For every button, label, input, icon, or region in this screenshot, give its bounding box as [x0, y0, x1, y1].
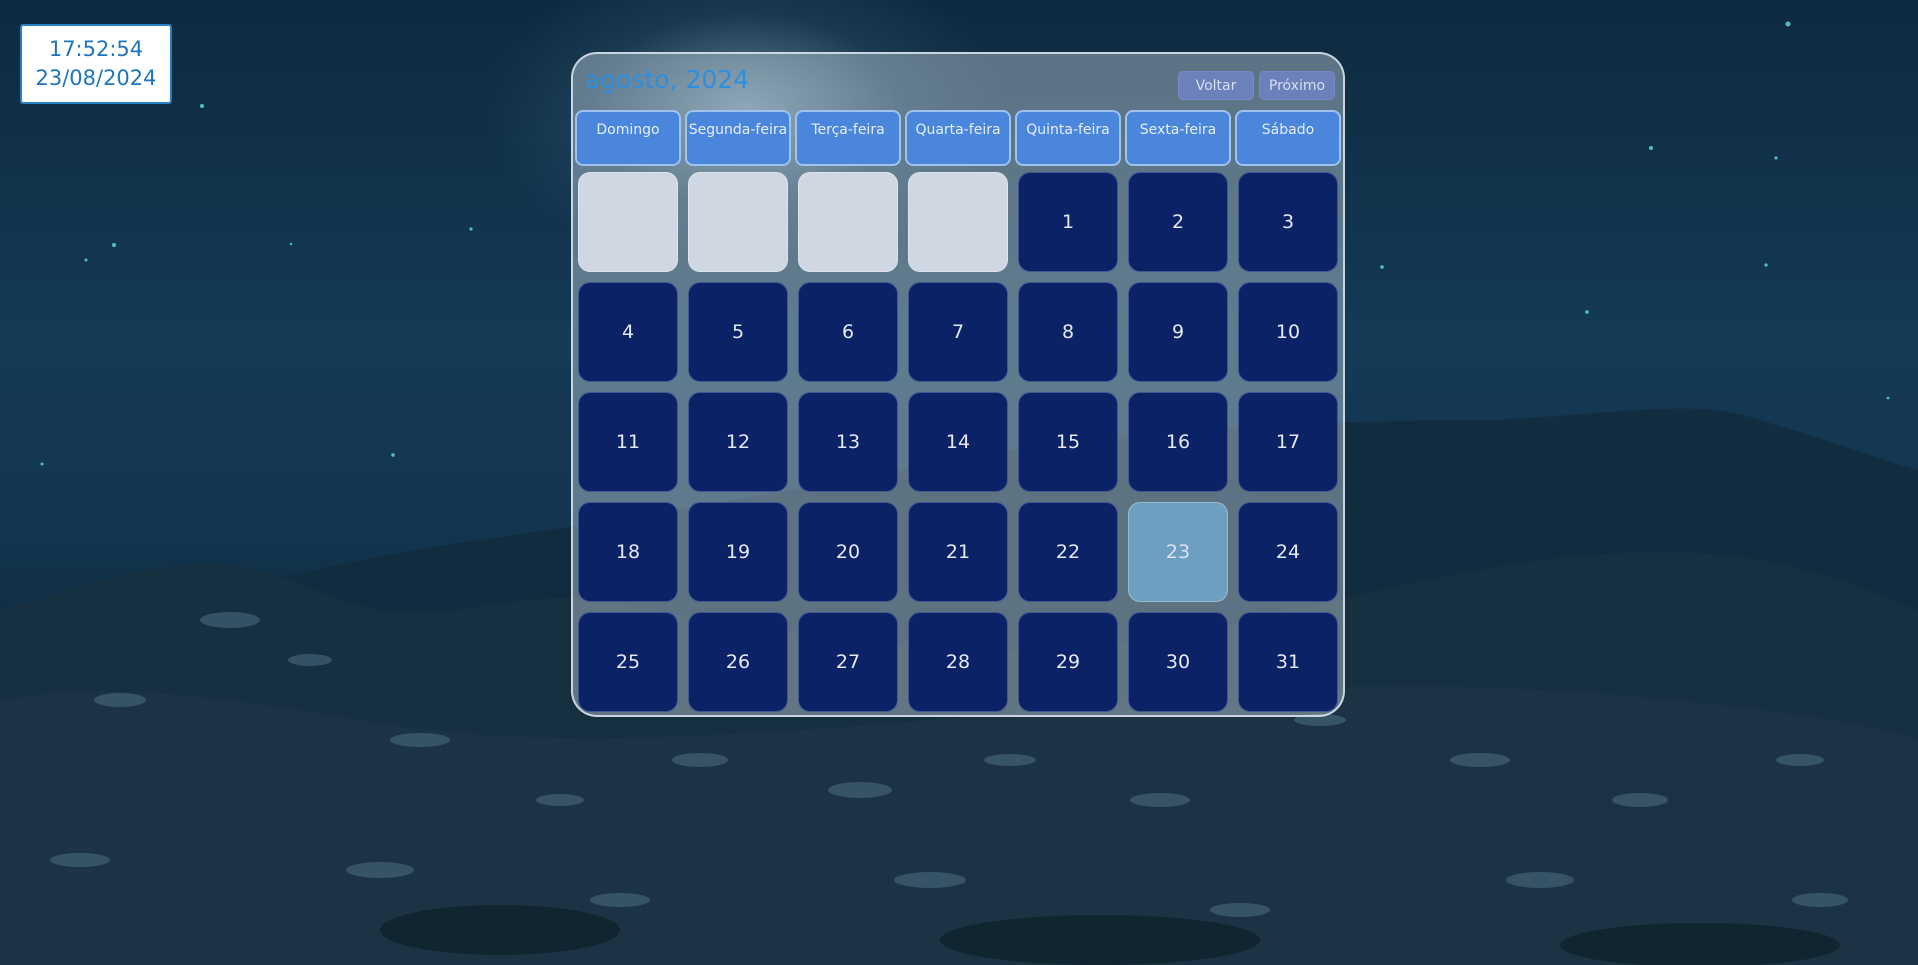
day-cell[interactable]: 21	[908, 502, 1008, 602]
weekday-header: Segunda-feira	[685, 110, 791, 166]
weekday-header: Sábado	[1235, 110, 1341, 166]
day-cell[interactable]: 5	[688, 282, 788, 382]
day-cell[interactable]: 11	[578, 392, 678, 492]
day-cell[interactable]: 7	[908, 282, 1008, 382]
day-cell[interactable]: 18	[578, 502, 678, 602]
day-cell[interactable]: 20	[798, 502, 898, 602]
day-cell[interactable]: 25	[578, 612, 678, 712]
empty-day-cell	[578, 172, 678, 272]
day-cell[interactable]: 22	[1018, 502, 1118, 602]
day-cell[interactable]: 2	[1128, 172, 1228, 272]
day-cell[interactable]: 10	[1238, 282, 1338, 382]
weekday-header: Terça-feira	[795, 110, 901, 166]
day-cell[interactable]: 17	[1238, 392, 1338, 492]
day-cell[interactable]: 30	[1128, 612, 1228, 712]
weekday-header: Quinta-feira	[1015, 110, 1121, 166]
empty-day-cell	[688, 172, 788, 272]
day-cell[interactable]: 8	[1018, 282, 1118, 382]
today-day-cell[interactable]: 23	[1128, 502, 1228, 602]
day-cell[interactable]: 12	[688, 392, 788, 492]
weekday-header: Quarta-feira	[905, 110, 1011, 166]
day-cell[interactable]: 3	[1238, 172, 1338, 272]
day-cell[interactable]: 29	[1018, 612, 1118, 712]
day-cell[interactable]: 9	[1128, 282, 1228, 382]
empty-day-cell	[798, 172, 898, 272]
day-cell[interactable]: 24	[1238, 502, 1338, 602]
calendar-header: agosto, 2024 Voltar Próximo	[573, 54, 1343, 106]
clock-time: 17:52:54	[48, 37, 144, 61]
calendar-panel: agosto, 2024 Voltar Próximo Domingo Segun…	[571, 52, 1345, 717]
day-cell[interactable]: 19	[688, 502, 788, 602]
weekday-header: Domingo	[575, 110, 681, 166]
day-cell[interactable]: 31	[1238, 612, 1338, 712]
day-cell[interactable]: 15	[1018, 392, 1118, 492]
day-cell[interactable]: 13	[798, 392, 898, 492]
day-cell[interactable]: 16	[1128, 392, 1228, 492]
day-cell[interactable]: 26	[688, 612, 788, 712]
next-month-button[interactable]: Próximo	[1259, 71, 1335, 100]
day-cell[interactable]: 1	[1018, 172, 1118, 272]
day-cell[interactable]: 27	[798, 612, 898, 712]
empty-day-cell	[908, 172, 1008, 272]
day-cell[interactable]: 14	[908, 392, 1008, 492]
previous-month-button[interactable]: Voltar	[1178, 71, 1254, 100]
day-cell[interactable]: 6	[798, 282, 898, 382]
weekday-header: Sexta-feira	[1125, 110, 1231, 166]
month-title: agosto, 2024	[585, 65, 750, 94]
day-cell[interactable]: 28	[908, 612, 1008, 712]
clock-widget: 17:52:54 23/08/2024	[20, 24, 172, 104]
clock-date: 23/08/2024	[35, 66, 157, 90]
day-cell[interactable]: 4	[578, 282, 678, 382]
